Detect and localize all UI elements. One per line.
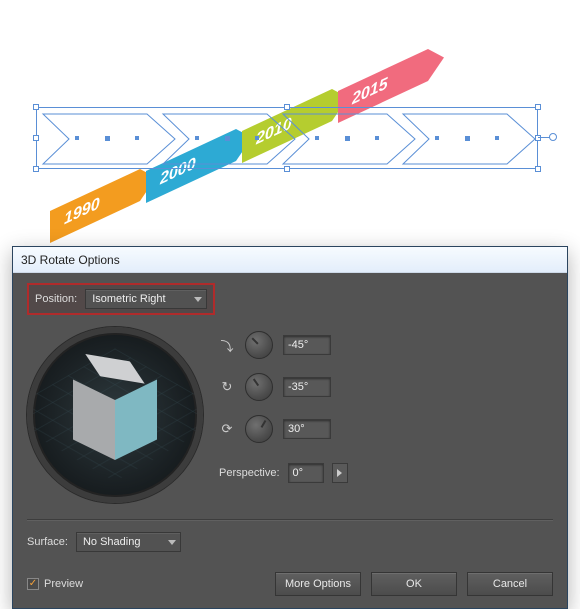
dialog-body: Position: Isometric Right ⤵ -45° — [13, 273, 567, 608]
perspective-label: Perspective: — [219, 467, 280, 479]
rotate-z-icon: ⟳ — [219, 421, 235, 437]
position-label: Position: — [35, 293, 77, 305]
angle-z-value: 30° — [288, 423, 305, 435]
rotate-x-icon: ⤵ — [219, 337, 235, 353]
cube-icon[interactable] — [73, 369, 157, 453]
chevron-down-icon — [194, 297, 202, 302]
angle-y-value: -35° — [288, 381, 308, 393]
surface-value: No Shading — [83, 536, 141, 548]
arrow-year-label: 1990 — [64, 195, 100, 230]
dialog-3d-rotate-options: 3D Rotate Options Position: Isometric Ri… — [12, 246, 568, 609]
dialog-titlebar[interactable]: 3D Rotate Options — [13, 247, 567, 273]
cube-face-right — [115, 380, 157, 460]
angle-x-value: -45° — [288, 339, 308, 351]
arrow-year-label: 2015 — [352, 75, 388, 110]
angle-y-input[interactable]: -35° — [283, 377, 331, 397]
angle-x-dial[interactable] — [245, 331, 273, 359]
perspective-stepper[interactable] — [332, 463, 348, 483]
angle-z-dial[interactable] — [245, 415, 273, 443]
triangle-right-icon — [337, 469, 342, 477]
surface-label: Surface: — [27, 536, 68, 548]
dialog-title: 3D Rotate Options — [21, 253, 120, 267]
selection-bounding-box[interactable] — [36, 107, 538, 169]
position-dropdown[interactable]: Isometric Right — [85, 289, 206, 309]
angle-z-input[interactable]: 30° — [283, 419, 331, 439]
cancel-button[interactable]: Cancel — [467, 572, 553, 596]
ok-button[interactable]: OK — [371, 572, 457, 596]
perspective-value: 0° — [293, 467, 304, 479]
chevron-down-icon — [168, 540, 176, 545]
canvas-area: 1990 2000 2010 2015 — [0, 0, 580, 245]
position-highlight: Position: Isometric Right — [27, 283, 215, 315]
angle-y-dial[interactable] — [245, 373, 273, 401]
selection-pivot[interactable] — [549, 133, 557, 141]
rotate-y-icon: ↻ — [219, 379, 235, 395]
perspective-input[interactable]: 0° — [288, 463, 324, 483]
position-value: Isometric Right — [92, 293, 165, 305]
rotation-cube-preview[interactable] — [27, 327, 203, 503]
surface-dropdown[interactable]: No Shading — [76, 532, 182, 552]
cube-face-left — [73, 380, 115, 460]
divider — [27, 519, 553, 520]
selection-paths — [37, 108, 539, 170]
timeline-arrow: 1990 — [50, 169, 140, 243]
angle-controls: ⤵ -45° ↻ -35° ⟳ 30° Perspective: 0° — [219, 327, 348, 483]
angle-x-input[interactable]: -45° — [283, 335, 331, 355]
more-options-button[interactable]: More Options — [275, 572, 361, 596]
